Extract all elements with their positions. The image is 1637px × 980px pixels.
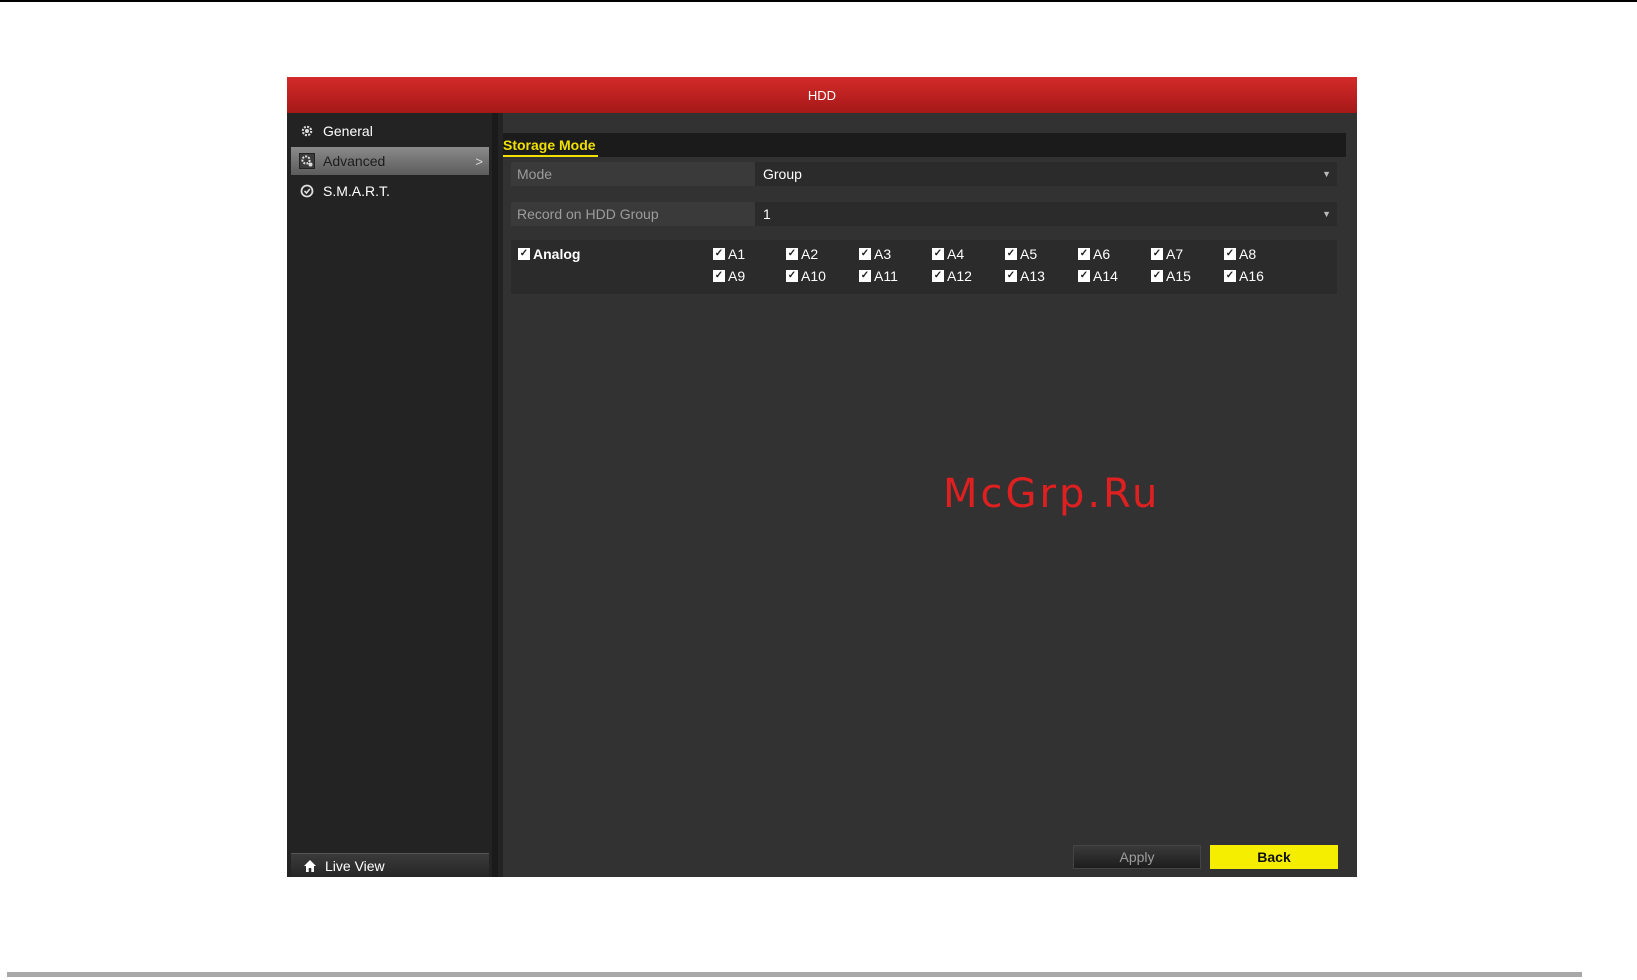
- channel-label: A8: [1239, 246, 1257, 262]
- hdd-group-label: Record on HDD Group: [511, 202, 755, 226]
- channel-checkbox[interactable]: ✓ A9: [713, 268, 783, 284]
- checkmark-icon: ✓: [1151, 248, 1163, 260]
- advanced-gear-icon: [299, 153, 315, 169]
- channel-panel: ✓ Analog ✓ A1 ✓ A2 ✓ A3 ✓ A4 ✓ A5 ✓ A6 ✓ A7 ✓ A8…: [511, 240, 1337, 294]
- checkmark-icon: ✓: [786, 270, 798, 282]
- channel-checkbox[interactable]: ✓ A16: [1224, 268, 1294, 284]
- channel-checkbox[interactable]: ✓ A15: [1151, 268, 1221, 284]
- channel-label: A13: [1020, 268, 1045, 284]
- mode-row: Mode Group ▼: [511, 162, 1337, 186]
- sidebar-item-advanced[interactable]: Advanced >: [291, 147, 489, 175]
- channel-label: A9: [728, 268, 746, 284]
- channel-label: A1: [728, 246, 746, 262]
- main-content: Storage Mode Mode Group ▼ Record on HDD …: [503, 113, 1357, 877]
- channel-checkbox[interactable]: ✓ A5: [1005, 246, 1075, 262]
- sidebar-item-label: S.M.A.R.T.: [323, 183, 390, 199]
- checkmark-icon: ✓: [713, 270, 725, 282]
- mode-select[interactable]: Group ▼: [757, 162, 1337, 186]
- checkmark-icon: ✓: [518, 248, 530, 260]
- checkmark-icon: ✓: [786, 248, 798, 260]
- mode-value: Group: [763, 166, 802, 182]
- channel-label: A15: [1166, 268, 1191, 284]
- channel-label: A16: [1239, 268, 1264, 284]
- channel-checkbox[interactable]: ✓ A8: [1224, 246, 1294, 262]
- window-title-bar: HDD: [287, 77, 1357, 113]
- apply-button[interactable]: Apply: [1073, 845, 1201, 869]
- checkmark-icon: ✓: [713, 248, 725, 260]
- live-view-label: Live View: [325, 857, 385, 874]
- bottom-rule: [7, 972, 1582, 977]
- window-title: HDD: [807, 87, 837, 103]
- channel-label: A14: [1093, 268, 1118, 284]
- shield-icon: [299, 183, 315, 199]
- channel-checkbox[interactable]: ✓ A13: [1005, 268, 1075, 284]
- hdd-settings-window: HDD General Advanced > S.M.A.R.T. Live V…: [287, 77, 1357, 877]
- channel-checkbox[interactable]: ✓ A7: [1151, 246, 1221, 262]
- channel-label: A2: [801, 246, 819, 262]
- sidebar-item-label: General: [323, 123, 373, 139]
- section-header: Storage Mode: [503, 133, 1346, 157]
- channel-checkbox[interactable]: ✓ A3: [859, 246, 929, 262]
- checkmark-icon: ✓: [1005, 270, 1017, 282]
- panel-divider: [492, 113, 498, 877]
- channel-label: A7: [1166, 246, 1184, 262]
- chevron-down-icon: ▼: [1322, 169, 1331, 179]
- analog-label: Analog: [533, 246, 581, 262]
- sidebar-item-general[interactable]: General: [291, 117, 489, 145]
- channel-label: A10: [801, 268, 826, 284]
- checkmark-icon: ✓: [1078, 248, 1090, 260]
- channel-checkbox[interactable]: ✓ A14: [1078, 268, 1148, 284]
- channel-label: A5: [1020, 246, 1038, 262]
- hdd-group-row: Record on HDD Group 1 ▼: [511, 202, 1337, 226]
- hdd-group-select[interactable]: 1 ▼: [757, 202, 1337, 226]
- checkmark-icon: ✓: [932, 270, 944, 282]
- channel-label: A3: [874, 246, 892, 262]
- checkmark-icon: ✓: [1151, 270, 1163, 282]
- gear-icon: [299, 123, 315, 139]
- checkmark-icon: ✓: [859, 248, 871, 260]
- live-view-button[interactable]: Live View: [291, 853, 489, 877]
- checkmark-icon: ✓: [1005, 248, 1017, 260]
- top-rule: [0, 0, 1637, 2]
- analog-checkbox[interactable]: ✓ Analog: [518, 246, 580, 262]
- channel-checkbox[interactable]: ✓ A2: [786, 246, 856, 262]
- mode-label: Mode: [511, 162, 755, 186]
- channel-checkbox[interactable]: ✓ A12: [932, 268, 1002, 284]
- channel-label: A11: [874, 268, 898, 284]
- checkmark-icon: ✓: [1224, 248, 1236, 260]
- channel-label: A12: [947, 268, 972, 284]
- channel-label: A4: [947, 246, 965, 262]
- channel-checkbox[interactable]: ✓ A6: [1078, 246, 1148, 262]
- sidebar: General Advanced > S.M.A.R.T. Live View: [287, 113, 492, 877]
- channel-label: A6: [1093, 246, 1111, 262]
- checkmark-icon: ✓: [1224, 270, 1236, 282]
- channel-checkbox[interactable]: ✓ A11: [859, 268, 929, 284]
- hdd-group-value: 1: [763, 206, 771, 222]
- back-button[interactable]: Back: [1210, 845, 1338, 869]
- home-icon: [303, 859, 317, 873]
- watermark: McGrp.Ru: [943, 471, 1161, 517]
- channel-checkbox[interactable]: ✓ A1: [713, 246, 783, 262]
- checkmark-icon: ✓: [1078, 270, 1090, 282]
- sidebar-item-label: Advanced: [323, 153, 386, 169]
- chevron-right-icon: >: [475, 153, 483, 169]
- channel-checkbox[interactable]: ✓ A4: [932, 246, 1002, 262]
- chevron-down-icon: ▼: [1322, 209, 1331, 219]
- checkmark-icon: ✓: [859, 270, 871, 282]
- tab-storage-mode[interactable]: Storage Mode: [503, 136, 598, 157]
- sidebar-item-smart[interactable]: S.M.A.R.T.: [291, 177, 489, 205]
- checkmark-icon: ✓: [932, 248, 944, 260]
- channel-checkbox[interactable]: ✓ A10: [786, 268, 856, 284]
